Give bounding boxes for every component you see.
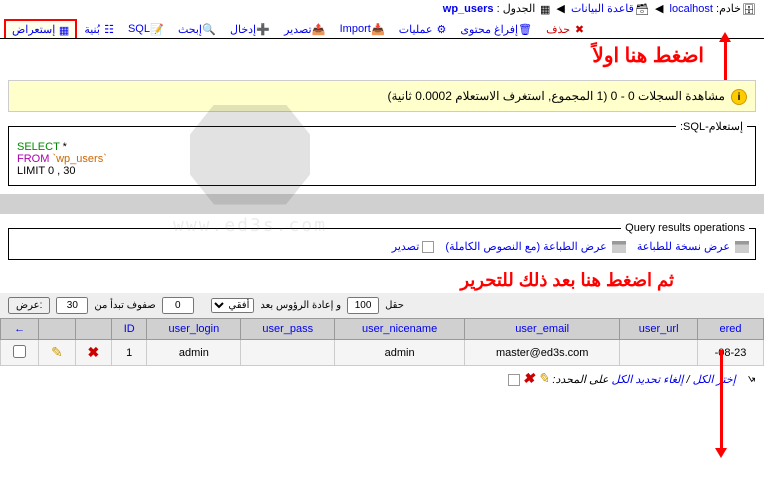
server-link[interactable]: localhost bbox=[670, 3, 713, 15]
cell-email: master@ed3s.com bbox=[465, 340, 620, 366]
cell-id: 1 bbox=[112, 340, 147, 366]
query-info-text: مشاهدة السجلات 0 - 0 (1 المجموع, استغرف … bbox=[387, 89, 725, 103]
sql-star: * bbox=[63, 141, 67, 153]
database-link[interactable]: قاعدة البيانات bbox=[571, 3, 634, 15]
tab-import[interactable]: 📥Import bbox=[333, 19, 392, 38]
sql-tablename: `wp_users` bbox=[52, 153, 106, 165]
print-view-link[interactable]: عرض نسخة للطباعة bbox=[637, 241, 730, 253]
repeat-label: و إعادة الرؤوس بعد bbox=[260, 300, 341, 311]
table-icon: ▦ bbox=[538, 3, 550, 15]
tab-structure[interactable]: ☷بُنية bbox=[77, 19, 121, 38]
query-results-ops: Query results operations عرض نسخة للطباع… bbox=[8, 222, 756, 260]
tab-export[interactable]: 📤تصدير bbox=[277, 19, 333, 38]
col-nicename[interactable]: user_nicename bbox=[335, 319, 465, 340]
annotation-text-2: ثم اضغط هنا بعد ذلك للتحرير bbox=[0, 268, 764, 293]
col-delete bbox=[75, 319, 111, 340]
table-row: ✎ ✖ 1 admin admin master@ed3s.com -08-23 bbox=[1, 340, 764, 366]
export-icon bbox=[422, 241, 434, 253]
print-icon bbox=[612, 241, 626, 253]
cell-pass bbox=[241, 340, 335, 366]
database-icon: 🗃 bbox=[637, 3, 649, 15]
check-all-link[interactable]: إختر الكل bbox=[693, 374, 736, 386]
separator-icon: ◀ bbox=[652, 3, 666, 15]
select-all-row: ↳ إختر الكل / إلغاء تحديد الكل على المحد… bbox=[0, 366, 764, 391]
with-selected-label: على المحدد: bbox=[552, 374, 608, 386]
uncheck-all-link[interactable]: إلغاء تحديد الكل bbox=[611, 374, 683, 386]
operations-icon: ⚙ bbox=[434, 23, 446, 35]
table-label: الجدول : bbox=[497, 3, 536, 15]
rows-label: صفوف تبدأ من bbox=[94, 300, 155, 311]
col-registered[interactable]: ered bbox=[697, 319, 763, 340]
tabs-bar: ▦إستعراض ☷بُنية 📝SQL 🔍إبحث ➕إدخال 📤تصدير… bbox=[0, 19, 764, 39]
cell-nicename: admin bbox=[335, 340, 465, 366]
col-email[interactable]: user_email bbox=[465, 319, 620, 340]
sql-from: FROM bbox=[17, 153, 49, 165]
col-check: ← bbox=[1, 319, 39, 340]
annotation-arrow-2 bbox=[720, 350, 723, 450]
server-label: خادم: bbox=[716, 3, 741, 15]
tab-empty[interactable]: 🗑إفراغ محتوى bbox=[453, 19, 539, 38]
empty-icon: 🗑 bbox=[520, 23, 532, 35]
sql-limit: LIMIT 0 , 30 bbox=[17, 165, 76, 177]
export-icon: 📤 bbox=[314, 23, 326, 35]
col-edit bbox=[39, 319, 75, 340]
rows-input[interactable] bbox=[56, 297, 88, 314]
mode-select[interactable]: أفقي bbox=[211, 298, 254, 313]
nav-controls: :عرض صفوف تبدأ من أفقي و إعادة الرؤوس بع… bbox=[0, 293, 764, 318]
breadcrumb: 🗄 خادم: localhost ◀ 🗃 قاعدة البيانات ◀ ▦… bbox=[0, 0, 764, 17]
query-ops-legend: Query results operations bbox=[621, 222, 749, 234]
server-icon: 🗄 bbox=[744, 3, 756, 15]
print-icon bbox=[735, 241, 749, 253]
cells-label: حقل bbox=[385, 300, 404, 311]
repeat-input[interactable] bbox=[347, 297, 379, 314]
start-input[interactable] bbox=[162, 297, 194, 314]
sql-query-box: إستعلام-SQL: SELECT * FROM `wp_users` LI… bbox=[8, 120, 756, 186]
tab-operations[interactable]: ⚙عمليات bbox=[392, 19, 454, 38]
col-url[interactable]: user_url bbox=[620, 319, 698, 340]
structure-icon: ☷ bbox=[102, 23, 114, 35]
print-full-link[interactable]: عرض الطباعة (مع النصوص الكاملة) bbox=[445, 241, 606, 253]
export-link[interactable]: تصدير bbox=[392, 241, 420, 253]
insert-icon: ➕ bbox=[258, 23, 270, 35]
delete-icon[interactable]: ✖ bbox=[88, 344, 100, 360]
separator-icon: ◀ bbox=[553, 3, 567, 15]
sql-icon: 📝 bbox=[152, 23, 164, 35]
data-table: ← ID user_login user_pass user_nicename … bbox=[0, 318, 764, 366]
annotation-text-1: اضغط هنا اولاً bbox=[0, 39, 764, 72]
col-id[interactable]: ID bbox=[112, 319, 147, 340]
cell-registered: -08-23 bbox=[697, 340, 763, 366]
edit-icon[interactable]: ✎ bbox=[51, 344, 63, 360]
browse-icon: ▦ bbox=[57, 24, 69, 36]
col-login[interactable]: user_login bbox=[147, 319, 241, 340]
table-name: wp_users bbox=[443, 3, 494, 15]
bulk-delete-icon[interactable]: ✖ bbox=[523, 370, 535, 386]
show-button[interactable]: :عرض bbox=[8, 297, 50, 314]
bulk-export-icon[interactable] bbox=[508, 374, 520, 386]
import-icon: 📥 bbox=[373, 23, 385, 35]
sql-legend: إستعلام-SQL: bbox=[676, 120, 747, 133]
tab-insert[interactable]: ➕إدخال bbox=[223, 19, 277, 38]
tab-sql[interactable]: 📝SQL bbox=[121, 19, 171, 38]
tab-browse[interactable]: ▦إستعراض bbox=[4, 19, 77, 38]
tab-search[interactable]: 🔍إبحث bbox=[171, 19, 223, 38]
search-icon: 🔍 bbox=[204, 23, 216, 35]
row-checkbox[interactable] bbox=[13, 345, 26, 358]
cell-login: admin bbox=[147, 340, 241, 366]
col-pass[interactable]: user_pass bbox=[241, 319, 335, 340]
query-info-box: i مشاهدة السجلات 0 - 0 (1 المجموع, استغر… bbox=[8, 80, 756, 112]
cell-url bbox=[620, 340, 698, 366]
tab-drop[interactable]: ✖حذف bbox=[539, 19, 591, 38]
divider-bar bbox=[0, 194, 764, 214]
bulk-edit-icon[interactable]: ✎ bbox=[538, 370, 550, 386]
drop-icon: ✖ bbox=[572, 23, 584, 35]
arrow-icon: ↳ bbox=[744, 372, 760, 388]
sql-select: SELECT bbox=[17, 141, 60, 153]
info-icon: i bbox=[731, 89, 747, 105]
